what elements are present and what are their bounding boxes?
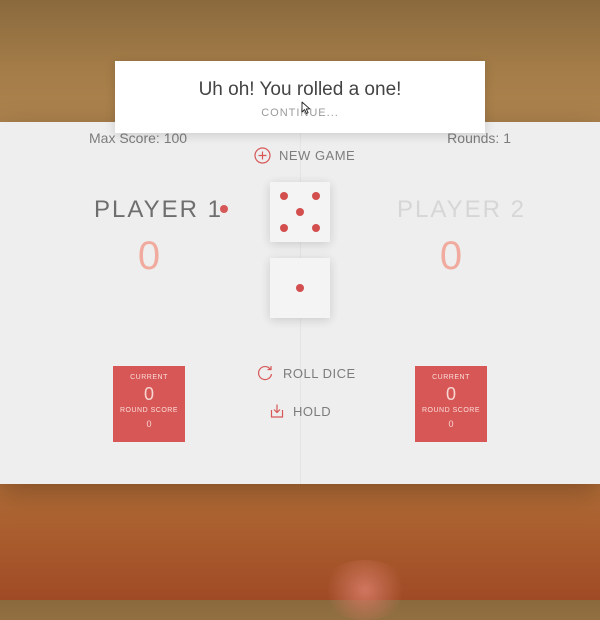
new-game-label: NEW GAME xyxy=(279,148,356,163)
new-game-button[interactable]: NEW GAME xyxy=(254,147,355,164)
player-1-score: 0 xyxy=(137,234,161,278)
current-label: CURRENT xyxy=(432,374,470,381)
background-blur xyxy=(320,560,410,620)
current-value: 0 xyxy=(445,384,456,404)
current-label: CURRENT xyxy=(130,374,168,381)
die-pip xyxy=(296,208,304,216)
player-1-current-box: CURRENT 0 ROUND SCORE 0 xyxy=(113,366,185,442)
hold-label: HOLD xyxy=(293,403,332,419)
cursor-icon xyxy=(301,101,311,120)
rolled-one-dialog: Uh oh! You rolled a one! CONTINUE... xyxy=(115,61,485,133)
round-score-value: 0 xyxy=(146,419,152,429)
round-score-value: 0 xyxy=(448,419,454,429)
die-pip xyxy=(312,192,320,200)
dice-1 xyxy=(270,182,330,242)
dialog-message: Uh oh! You rolled a one! xyxy=(198,79,402,100)
round-score-label: ROUND SCORE xyxy=(421,407,480,414)
active-player-indicator xyxy=(220,205,228,213)
die-pip xyxy=(312,224,320,232)
round-score-label: ROUND SCORE xyxy=(119,407,178,414)
download-icon xyxy=(269,403,285,419)
refresh-icon xyxy=(255,363,275,383)
game-board: Max Score: 100 Rounds: 1 NEW GAME PLAYER… xyxy=(0,122,600,484)
roll-dice-button[interactable]: ROLL DICE xyxy=(255,363,356,383)
hold-button[interactable]: HOLD xyxy=(269,403,331,419)
player-2-current-box: CURRENT 0 ROUND SCORE 0 xyxy=(415,366,487,442)
die-pip xyxy=(296,284,304,292)
add-circle-icon xyxy=(254,147,271,164)
player-2-name: PLAYER 2 xyxy=(397,196,526,223)
roll-dice-label: ROLL DICE xyxy=(283,365,356,381)
player-2-score: 0 xyxy=(439,234,463,278)
die-pip xyxy=(280,224,288,232)
continue-button[interactable]: CONTINUE... xyxy=(115,107,485,119)
current-value: 0 xyxy=(143,384,154,404)
die-pip xyxy=(280,192,288,200)
dice-2 xyxy=(270,258,330,318)
player-1-name: PLAYER 1 xyxy=(94,196,223,223)
